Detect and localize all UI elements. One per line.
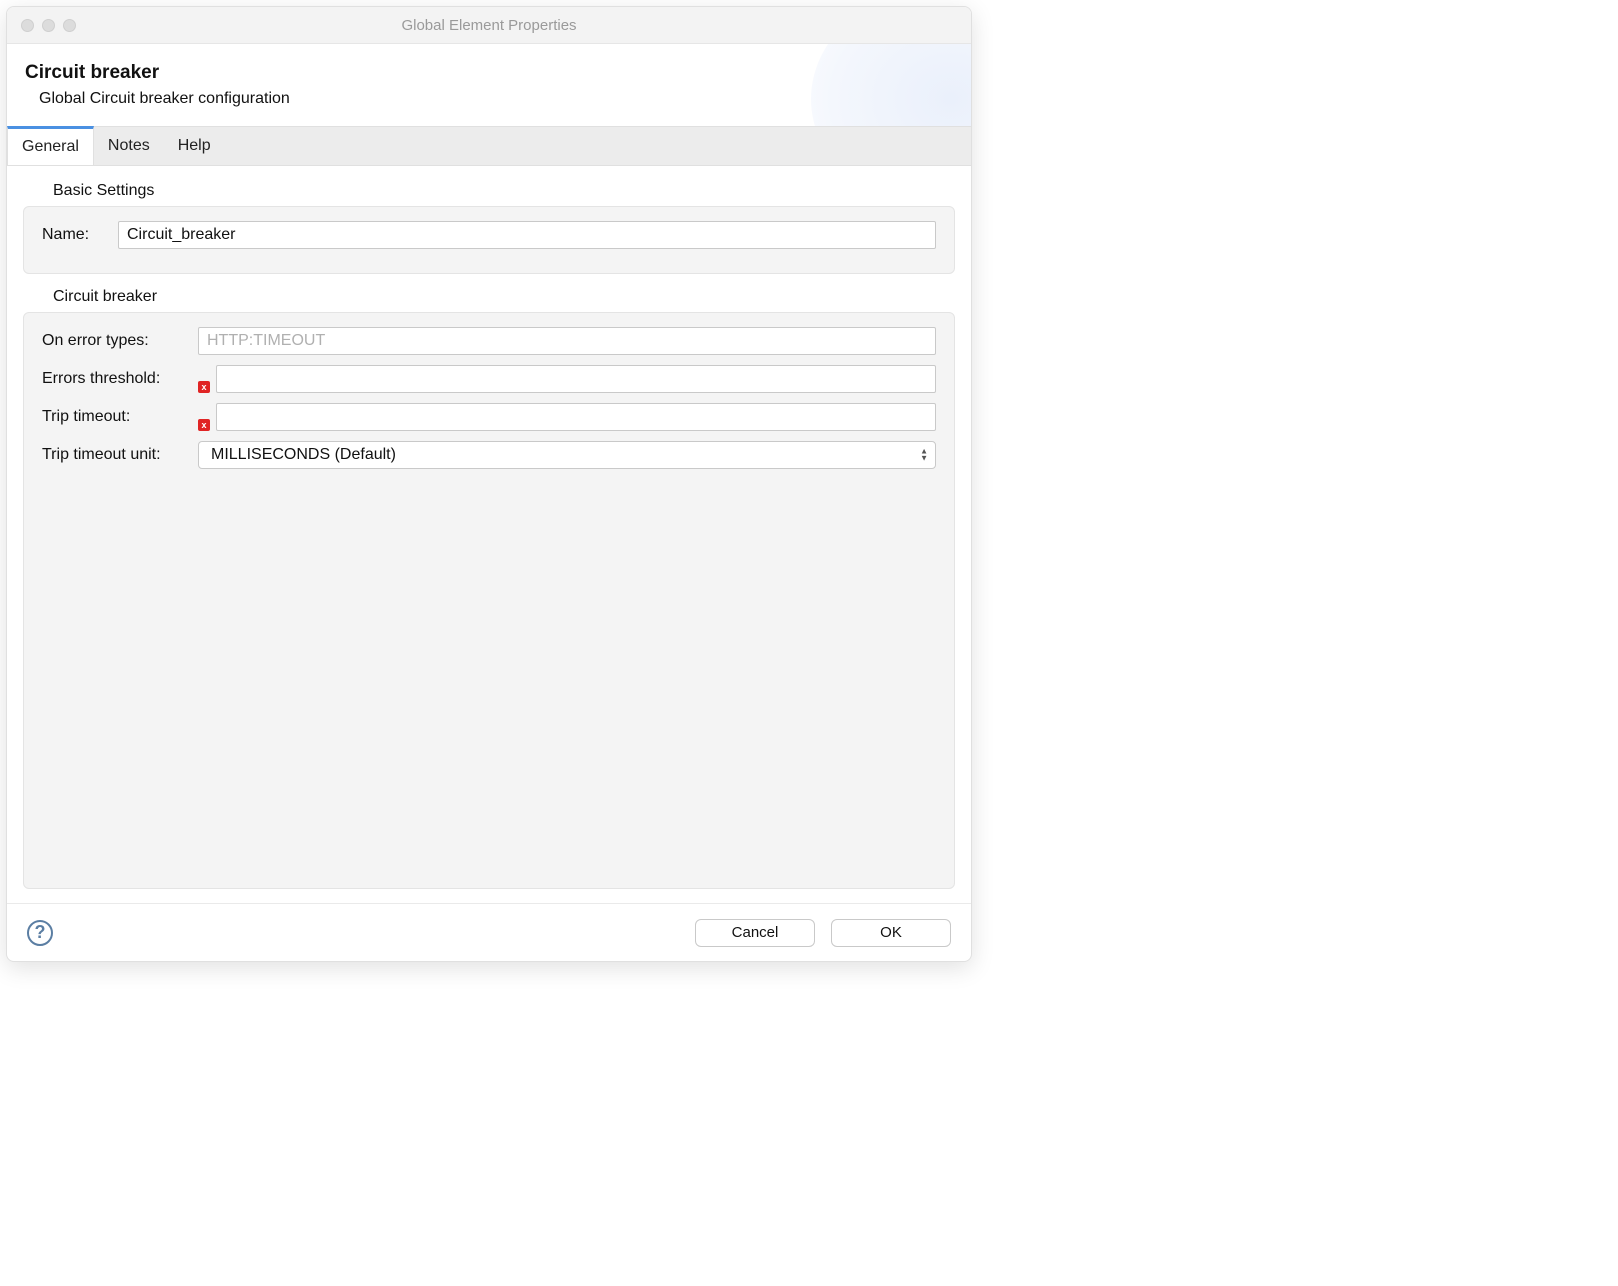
ok-button[interactable]: OK xyxy=(831,919,951,947)
trip-timeout-unit-value: MILLISECONDS (Default) xyxy=(198,441,936,469)
errors-threshold-label: Errors threshold: xyxy=(42,370,192,388)
help-icon[interactable]: ? xyxy=(27,920,53,946)
on-error-types-label: On error types: xyxy=(42,332,192,350)
errors-threshold-row: Errors threshold: x xyxy=(42,365,936,393)
dialog-title: Circuit breaker xyxy=(25,62,953,84)
dialog-subtitle: Global Circuit breaker configuration xyxy=(39,90,953,108)
titlebar: Global Element Properties xyxy=(7,7,971,44)
trip-timeout-unit-row: Trip timeout unit: MILLISECONDS (Default… xyxy=(42,441,936,469)
circuit-breaker-group: On error types: Errors threshold: x Trip… xyxy=(23,312,955,889)
name-input[interactable] xyxy=(118,221,936,249)
error-icon: x xyxy=(198,381,210,393)
dialog-window: Global Element Properties Circuit breake… xyxy=(6,6,972,962)
error-icon: x xyxy=(198,419,210,431)
dialog-footer: ? Cancel OK xyxy=(7,903,971,961)
basic-settings-group: Name: xyxy=(23,206,955,274)
tab-bar: General Notes Help xyxy=(7,126,971,166)
window-title: Global Element Properties xyxy=(7,17,971,34)
trip-timeout-input[interactable] xyxy=(216,403,936,431)
trip-timeout-unit-label: Trip timeout unit: xyxy=(42,446,192,464)
on-error-types-input[interactable] xyxy=(198,327,936,355)
tab-general[interactable]: General xyxy=(7,126,94,165)
name-row: Name: xyxy=(42,221,936,249)
window-controls xyxy=(7,19,76,32)
tab-notes[interactable]: Notes xyxy=(94,127,164,165)
basic-settings-label: Basic Settings xyxy=(53,182,955,200)
tab-help[interactable]: Help xyxy=(164,127,225,165)
cancel-button[interactable]: Cancel xyxy=(695,919,815,947)
name-label: Name: xyxy=(42,226,112,244)
trip-timeout-unit-select[interactable]: MILLISECONDS (Default) ▲▼ xyxy=(198,441,936,469)
tab-content: Basic Settings Name: Circuit breaker On … xyxy=(7,166,971,903)
on-error-types-row: On error types: xyxy=(42,327,936,355)
close-window-button[interactable] xyxy=(21,19,34,32)
dialog-header: Circuit breaker Global Circuit breaker c… xyxy=(7,44,971,126)
trip-timeout-label: Trip timeout: xyxy=(42,408,192,426)
circuit-breaker-label: Circuit breaker xyxy=(53,288,955,306)
header-decoration xyxy=(811,44,971,126)
minimize-window-button[interactable] xyxy=(42,19,55,32)
errors-threshold-input[interactable] xyxy=(216,365,936,393)
zoom-window-button[interactable] xyxy=(63,19,76,32)
trip-timeout-row: Trip timeout: x xyxy=(42,403,936,431)
